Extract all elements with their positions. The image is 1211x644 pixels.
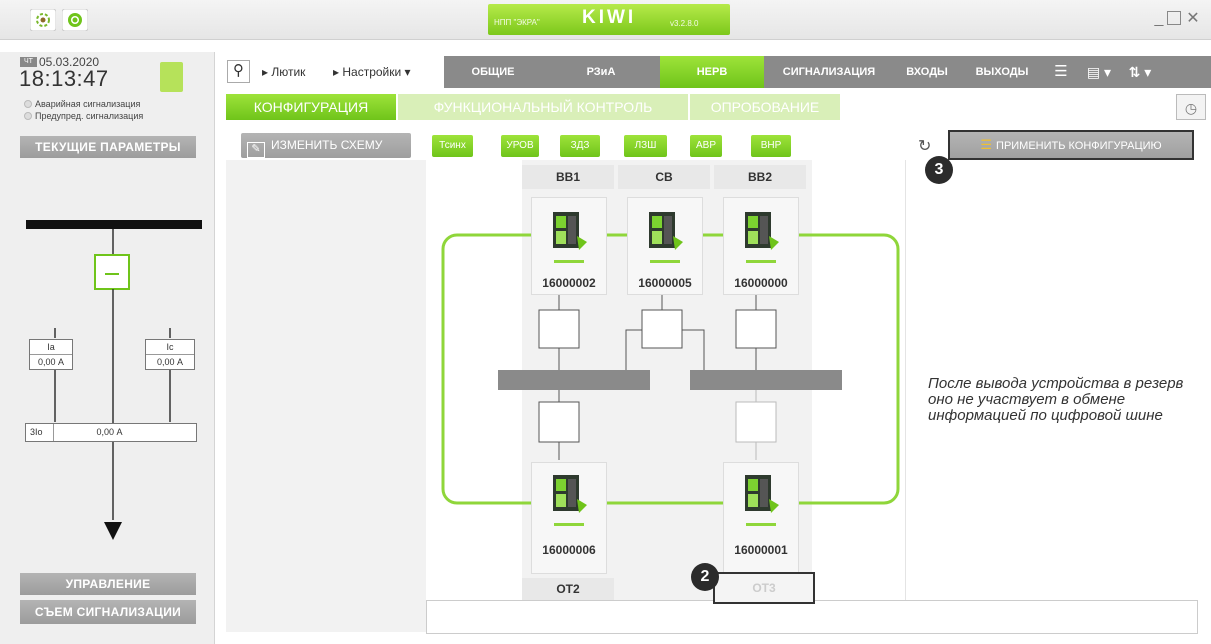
- status-bar: [554, 523, 584, 526]
- refresh-icon[interactable]: ↻: [918, 136, 931, 156]
- alarm-warning: Предупред. сигнализация: [24, 111, 143, 121]
- subtab-testing[interactable]: ОПРОБОВАНИЕ: [690, 94, 840, 120]
- device-id: 16000005: [638, 276, 692, 290]
- edit-scheme-label: ИЗМЕНИТЬ СХЕМУ: [271, 138, 383, 152]
- device-card[interactable]: [531, 462, 607, 574]
- sort-icon[interactable]: ⇅ ▾: [1120, 56, 1160, 88]
- tab-inputs[interactable]: ВХОДЫ: [894, 56, 960, 88]
- title-bar: НПП "ЭКРА" KIWI v3.2.8.0 _ ✕: [0, 0, 1211, 40]
- apply-icon: ☰: [980, 137, 993, 152]
- bottom-label: ОТ2: [522, 578, 614, 600]
- apply-label: ПРИМЕНИТЬ КОНФИГУРАЦИЮ: [996, 140, 1162, 152]
- breadcrumb-item[interactable]: ▸ Настройки ▾: [333, 65, 411, 79]
- maximize-icon[interactable]: [1167, 11, 1181, 25]
- app-brand: НПП "ЭКРА" KIWI v3.2.8.0: [488, 4, 730, 35]
- current-3io: 3Io 0,00 А: [25, 423, 197, 442]
- device-id: 16000000: [734, 276, 788, 290]
- status-bar: [746, 523, 776, 526]
- close-icon[interactable]: ✕: [1184, 10, 1202, 28]
- cell-box-reserve: [735, 401, 777, 443]
- device-card[interactable]: [723, 462, 799, 574]
- tab-bar: ОБЩИЕ РЗиА НЕРВ СИГНАЛИЗАЦИЯ ВХОДЫ ВЫХОД…: [444, 56, 1211, 88]
- function-sync-button[interactable]: Тсинх: [432, 135, 473, 157]
- edit-icon: ✎: [247, 142, 265, 158]
- device-id: 16000002: [542, 276, 596, 290]
- reset-alarms-button[interactable]: СЪЕМ СИГНАЛИЗАЦИИ: [20, 600, 196, 624]
- search-icon: ⚲: [233, 62, 244, 79]
- busbar: [26, 220, 202, 229]
- clock-settings-icon[interactable]: ◷: [1176, 94, 1206, 120]
- feeder-arrow-icon: [104, 522, 122, 540]
- current-params-button[interactable]: ТЕКУЩИЕ ПАРАМЕТРЫ: [20, 136, 196, 158]
- search-button[interactable]: ⚲: [227, 60, 250, 83]
- alarm-label: Аварийная сигнализация: [35, 99, 141, 109]
- measure-label: 3Io: [26, 424, 54, 441]
- alarm-led-icon: [24, 112, 32, 120]
- edit-scheme-button[interactable]: ✎ ИЗМЕНИТЬ СХЕМУ: [241, 133, 411, 158]
- cell-box: [538, 309, 580, 349]
- org-name: НПП "ЭКРА": [494, 18, 540, 27]
- tab-outputs[interactable]: ВЫХОДЫ: [960, 56, 1044, 88]
- clock-indicator[interactable]: [160, 62, 183, 92]
- apply-configuration-button[interactable]: ☰ ПРИМЕНИТЬ КОНФИГУРАЦИЮ: [948, 130, 1194, 160]
- measure-value: 0,00 А: [156, 357, 184, 367]
- clock: 18:13:47: [19, 66, 109, 91]
- cell-box: [538, 401, 580, 443]
- log-strip: [426, 600, 1198, 634]
- tab-general[interactable]: ОБЩИЕ: [444, 56, 542, 88]
- bottom-label-reserve[interactable]: ОТ3: [713, 572, 815, 604]
- side-list-panel: [226, 160, 426, 632]
- section-busbar: [690, 370, 842, 390]
- relay-device-icon: [649, 212, 683, 250]
- function-avr-button[interactable]: АВР: [690, 135, 722, 157]
- status-bar: [554, 260, 584, 263]
- document-icon[interactable]: ▤ ▾: [1078, 56, 1120, 88]
- cell-box: [735, 309, 777, 349]
- measure-label: Ia: [30, 340, 72, 355]
- single-line-diagram: [26, 220, 202, 540]
- callout-badge: 3: [925, 156, 953, 184]
- cell-box: [641, 309, 683, 349]
- device-id: 16000006: [542, 543, 596, 557]
- relay-device-icon: [553, 475, 587, 513]
- alarm-led-icon: [24, 100, 32, 108]
- status-bar: [650, 260, 680, 263]
- breaker-icon[interactable]: [94, 254, 130, 290]
- relay-device-icon: [553, 212, 587, 250]
- breadcrumb-label: Настройки: [342, 65, 402, 79]
- current-ic: Ic 0,00 А: [145, 339, 195, 370]
- function-zdz-button[interactable]: ЗДЗ: [560, 135, 600, 157]
- function-vnr-button[interactable]: ВНР: [751, 135, 791, 157]
- tab-protection[interactable]: РЗиА: [542, 56, 660, 88]
- logo-icon: [30, 9, 56, 31]
- subtab-bar: КОНФИГУРАЦИЯ ФУНКЦИОНАЛЬНЫЙ КОНТРОЛЬ ОПР…: [226, 94, 1211, 120]
- device-id: 16000001: [734, 543, 788, 557]
- relay-device-icon: [745, 212, 779, 250]
- tab-nerv[interactable]: НЕРВ: [660, 56, 764, 88]
- app-name: KIWI: [582, 7, 637, 28]
- measure-value: 0,00 А: [37, 357, 65, 367]
- tab-signaling[interactable]: СИГНАЛИЗАЦИЯ: [764, 56, 894, 88]
- control-button[interactable]: УПРАВЛЕНИЕ: [20, 573, 196, 595]
- measure-label: Ic: [146, 340, 194, 355]
- section-busbar: [498, 370, 650, 390]
- current-ia: Ia 0,00 А: [29, 339, 73, 370]
- subtab-functional-control[interactable]: ФУНКЦИОНАЛЬНЫЙ КОНТРОЛЬ: [398, 94, 688, 120]
- measure-value: 0,00 А: [96, 427, 123, 437]
- breadcrumb-label: Лютик: [271, 65, 306, 79]
- status-bar: [746, 260, 776, 263]
- status-icon[interactable]: [62, 9, 88, 31]
- callout-badge: 2: [691, 563, 719, 591]
- alarm-emergency: Аварийная сигнализация: [24, 99, 140, 109]
- function-urov-button[interactable]: УРОВ: [501, 135, 539, 157]
- minimize-icon[interactable]: _: [1150, 10, 1168, 28]
- breadcrumb-item[interactable]: ▸ Лютик: [262, 65, 305, 79]
- list-icon[interactable]: ☰: [1044, 56, 1078, 88]
- reserve-note: После вывода устройства в резерв оно не …: [928, 375, 1184, 424]
- subtab-configuration[interactable]: КОНФИГУРАЦИЯ: [226, 94, 396, 120]
- alarm-label: Предупред. сигнализация: [35, 111, 144, 121]
- relay-device-icon: [745, 475, 779, 513]
- app-version: v3.2.8.0: [670, 19, 699, 28]
- function-lzsh-button[interactable]: ЛЗШ: [624, 135, 667, 157]
